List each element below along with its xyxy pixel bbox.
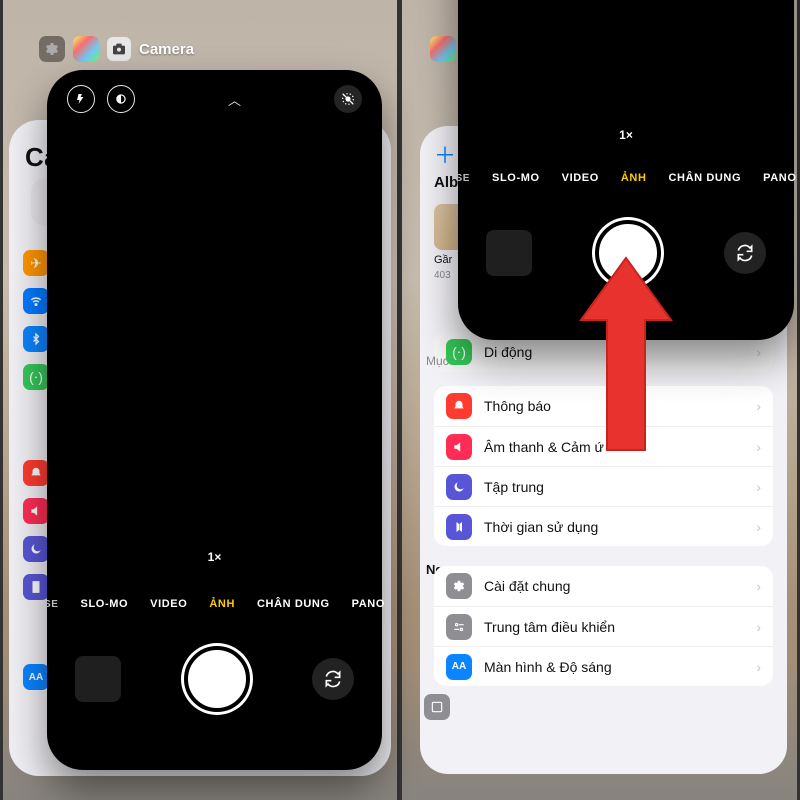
camera-card[interactable]: ︿ 1× SE SLO-MO VIDEO ẢNH CHÂN DUNG PANO (47, 70, 382, 770)
settings-app-icon[interactable] (39, 36, 65, 62)
row-notifications[interactable]: Thông báo › (434, 386, 773, 426)
mode-video[interactable]: VIDEO (150, 598, 187, 610)
bottom-aa-icon (424, 694, 450, 720)
row-label: Thời gian sử dụng (484, 519, 744, 535)
row-label: Màn hình & Độ sáng (484, 659, 744, 675)
chevron-right-icon: › (756, 479, 761, 495)
airplane-icon: ✈ (23, 250, 49, 276)
left-panel: Cài ✈ (⋅) (0, 0, 400, 800)
row-label: Di động (484, 344, 744, 360)
chevron-right-icon: › (756, 344, 761, 360)
zoom-level[interactable]: 1× (47, 550, 382, 564)
photos-app-icon[interactable] (73, 36, 99, 62)
section-muc: Mục (426, 354, 449, 368)
album-caption: Gầr (434, 254, 452, 266)
camera-top-bar: ︿ (47, 84, 382, 114)
camera-card-floating[interactable]: 1× SE SLO-MO VIDEO ẢNH CHÂN DUNG PANO (458, 0, 794, 340)
control-center-icon (446, 614, 472, 640)
row-label: Thông báo (484, 398, 744, 414)
cellular-icon: (⋅) (23, 364, 49, 390)
photos-app-icon[interactable] (430, 36, 456, 62)
mode-portrait[interactable]: CHÂN DUNG (257, 598, 330, 610)
camera-modes[interactable]: SE SLO-MO VIDEO ẢNH CHÂN DUNG PANO (47, 598, 382, 610)
notifications-icon (23, 460, 49, 486)
sounds-icon (23, 498, 49, 524)
camera-app-icon[interactable] (107, 37, 131, 61)
gear-icon (446, 573, 472, 599)
mode-pano[interactable]: PANO (763, 172, 796, 184)
switcher-header: Camera (39, 36, 194, 62)
row-label: Trung tâm điều khiển (484, 619, 744, 635)
shutter-button[interactable] (595, 220, 661, 286)
display-aa-icon: AA (23, 664, 49, 690)
settings-group-b: Thông báo › Âm thanh & Cảm ứ › Tập trung… (434, 386, 773, 546)
chevron-right-icon: › (756, 439, 761, 455)
switcher-app-label: Camera (139, 41, 194, 58)
chevron-right-icon: › (756, 659, 761, 675)
focus-icon (23, 536, 49, 562)
chevron-right-icon: › (756, 398, 761, 414)
sounds-icon (446, 434, 472, 460)
camera-controls (458, 220, 794, 286)
right-panel: ＋ Al Alb Gầr 403 (⋅) Di động › Thông báo… (400, 0, 800, 800)
focus-icon (446, 474, 472, 500)
flash-icon[interactable] (67, 85, 95, 113)
last-photo-thumb[interactable] (75, 656, 121, 702)
settings-group-c: Cài đặt chung › Trung tâm điều khiển › A… (434, 566, 773, 686)
live-photo-icon[interactable] (334, 85, 362, 113)
shutter-button[interactable] (184, 646, 250, 712)
mode-photo[interactable]: ẢNH (209, 598, 235, 610)
flip-camera-icon[interactable] (724, 232, 766, 274)
row-screentime[interactable]: Thời gian sử dụng › (434, 506, 773, 546)
mode-slomo[interactable]: SLO-MO (81, 598, 129, 610)
row-general[interactable]: Cài đặt chung › (434, 566, 773, 606)
mode-photo[interactable]: ẢNH (621, 172, 647, 184)
row-label: Âm thanh & Cảm ứ (484, 439, 744, 455)
row-display[interactable]: AA Màn hình & Độ sáng › (434, 646, 773, 686)
mode-pano[interactable]: PANO (352, 598, 385, 610)
mode-portrait[interactable]: CHÂN DUNG (669, 172, 742, 184)
chevron-right-icon: › (756, 619, 761, 635)
camera-controls (47, 646, 382, 712)
album-count: 403 (434, 270, 451, 281)
bluetooth-icon (23, 326, 49, 352)
screentime-icon (23, 574, 49, 600)
row-label: Tập trung (484, 479, 744, 495)
screentime-icon (446, 514, 472, 540)
zoom-level[interactable]: 1× (458, 128, 794, 142)
wifi-icon (23, 288, 49, 314)
mode-slomo[interactable]: SLO-MO (492, 172, 540, 184)
flip-camera-icon[interactable] (312, 658, 354, 700)
mode-cut[interactable]: SE (44, 599, 59, 610)
notifications-icon (446, 393, 472, 419)
row-focus[interactable]: Tập trung › (434, 466, 773, 506)
row-sounds[interactable]: Âm thanh & Cảm ứ › (434, 426, 773, 466)
night-mode-icon[interactable] (107, 85, 135, 113)
settings-sidebar-peek: ✈ (⋅) (23, 250, 49, 690)
chevron-right-icon: › (756, 519, 761, 535)
display-aa-icon: AA (446, 654, 472, 680)
chevron-up-icon[interactable]: ︿ (228, 90, 241, 109)
mode-cut[interactable]: SE (455, 173, 470, 184)
switcher-header-right (430, 36, 456, 62)
cellular-icon: (⋅) (446, 339, 472, 365)
row-control-center[interactable]: Trung tâm điều khiển › (434, 606, 773, 646)
add-button[interactable]: ＋ (434, 138, 456, 170)
chevron-right-icon: › (756, 578, 761, 594)
row-label: Cài đặt chung (484, 578, 744, 594)
tutorial-composite: Cài ✈ (⋅) (0, 0, 800, 800)
mode-video[interactable]: VIDEO (562, 172, 599, 184)
last-photo-thumb[interactable] (486, 230, 532, 276)
camera-modes[interactable]: SE SLO-MO VIDEO ẢNH CHÂN DUNG PANO (458, 172, 794, 184)
